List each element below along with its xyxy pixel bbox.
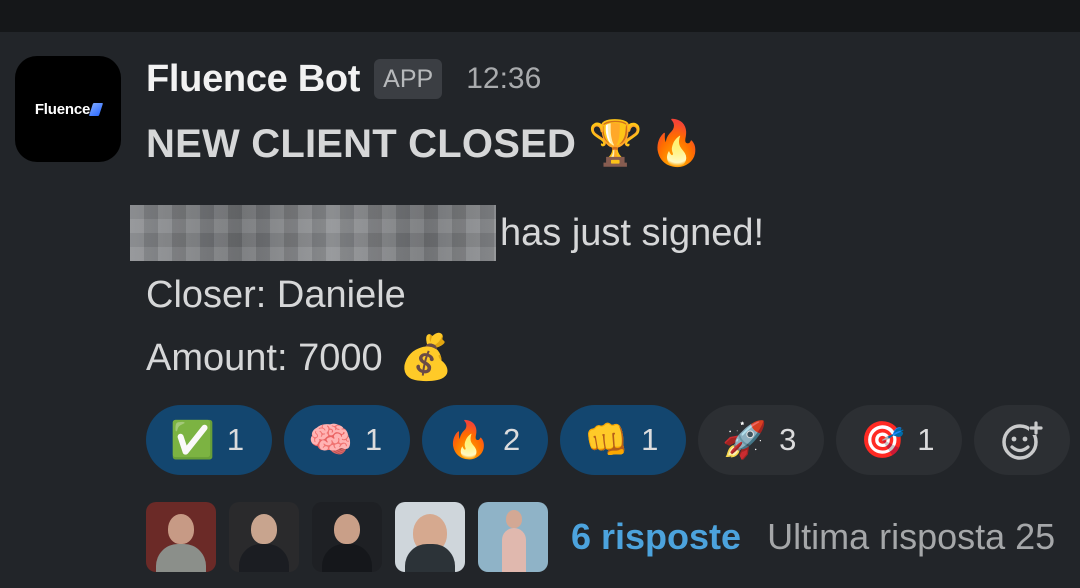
replier-avatar[interactable] — [478, 502, 548, 572]
add-reaction-button[interactable] — [974, 405, 1071, 475]
reaction-brain[interactable]: 🧠 1 — [284, 405, 411, 475]
app-badge: APP — [374, 59, 443, 99]
reaction-rocket[interactable]: 🚀 3 — [698, 405, 825, 475]
last-reply-text: Ultima risposta 25 — [767, 516, 1056, 557]
reaction-fire[interactable]: 🔥 2 — [422, 405, 549, 475]
replies-link[interactable]: 6 risposte — [571, 516, 741, 558]
brain-icon: 🧠 — [308, 419, 353, 460]
amount-line: Amount: 7000 💰 — [146, 336, 453, 380]
signed-text: has just signed! — [500, 211, 765, 254]
replier-avatar[interactable] — [395, 502, 465, 572]
logo-text: Fluence — [34, 100, 91, 118]
check-mark-icon: ✅ — [170, 419, 215, 460]
reaction-count: 3 — [779, 422, 797, 457]
reactions-bar: ✅ 1 🧠 1 🔥 2 👊 1 🚀 3 🎯 1 — [146, 405, 1071, 475]
closer-line: Closer: Daniele — [146, 274, 406, 316]
amount-text: Amount: 7000 — [146, 336, 383, 379]
reaction-check[interactable]: ✅ 1 — [146, 405, 273, 475]
message-headline: NEW CLIENT CLOSED 🏆 🔥 — [146, 115, 704, 173]
rocket-icon: 🚀 — [722, 419, 768, 460]
fire-icon: 🔥 — [446, 419, 491, 460]
reaction-count: 2 — [502, 422, 521, 457]
target-icon: 🎯 — [860, 419, 906, 460]
redacted-client-name — [130, 205, 496, 261]
reaction-count: 1 — [917, 422, 935, 457]
signed-line: has just signed! — [130, 204, 764, 262]
fluence-logo: Fluence — [34, 100, 104, 118]
replier-avatar[interactable] — [229, 502, 299, 572]
reaction-count: 1 — [226, 422, 245, 457]
bot-avatar[interactable]: Fluence — [15, 56, 121, 162]
replier-avatar[interactable] — [146, 502, 216, 572]
thread-summary[interactable]: 6 risposte Ultima risposta 25 — [146, 500, 1055, 574]
headline-text: NEW CLIENT CLOSED — [146, 121, 577, 166]
message-header: Fluence Bot APP 12:36 — [146, 54, 541, 104]
fist-icon: 👊 — [584, 419, 630, 460]
message-timestamp[interactable]: 12:36 — [466, 62, 541, 96]
fire-icon: 🔥 — [649, 119, 705, 168]
reaction-fist[interactable]: 👊 1 — [560, 405, 687, 475]
reaction-count: 1 — [641, 422, 659, 457]
top-bar — [0, 0, 1080, 32]
replier-avatar[interactable] — [312, 502, 382, 572]
trophy-icon: 🏆 — [588, 119, 644, 168]
money-bag-icon: 💰 — [398, 333, 454, 382]
sender-name[interactable]: Fluence Bot — [146, 58, 360, 101]
add-emoji-icon — [1002, 421, 1044, 460]
reaction-target[interactable]: 🎯 1 — [836, 405, 963, 475]
reaction-count: 1 — [364, 422, 383, 457]
logo-check-icon — [89, 102, 104, 116]
